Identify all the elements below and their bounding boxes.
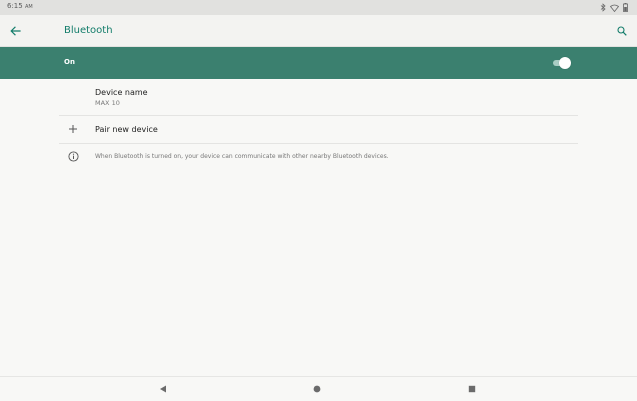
- nav-recents-icon[interactable]: [467, 384, 477, 394]
- nav-home-icon[interactable]: [312, 384, 322, 394]
- navigation-bar: [0, 376, 637, 401]
- back-button[interactable]: [6, 22, 24, 40]
- bluetooth-icon: [600, 3, 606, 12]
- status-time: 6:15 AM: [7, 2, 33, 10]
- pair-new-device-title: Pair new device: [95, 125, 158, 134]
- device-name-preference[interactable]: Device name MAX 10: [0, 79, 637, 115]
- battery-icon: [623, 3, 628, 12]
- footer-info: When Bluetooth is turned on, your device…: [0, 144, 637, 170]
- status-bar: 6:15 AM: [0, 0, 637, 15]
- bluetooth-master-switch-bar[interactable]: On: [0, 47, 637, 79]
- master-switch-label: On: [64, 58, 75, 66]
- bluetooth-toggle[interactable]: [553, 57, 571, 69]
- nav-back-icon[interactable]: [158, 384, 168, 394]
- wifi-icon: [610, 4, 619, 12]
- app-bar: Bluetooth: [0, 15, 637, 47]
- pair-new-device-preference[interactable]: Pair new device: [0, 116, 637, 143]
- search-button[interactable]: [613, 22, 631, 40]
- toggle-thumb: [559, 57, 571, 69]
- page-title: Bluetooth: [64, 25, 113, 36]
- status-time-ampm: AM: [24, 4, 33, 10]
- search-icon: [617, 26, 627, 36]
- device-name-title: Device name: [95, 88, 148, 97]
- status-time-value: 6:15: [7, 2, 23, 10]
- status-icons: [600, 3, 628, 12]
- footer-text: When Bluetooth is turned on, your device…: [95, 153, 389, 160]
- device-name-summary: MAX 10: [95, 99, 120, 107]
- plus-icon: [69, 125, 77, 133]
- info-icon: [68, 151, 79, 162]
- arrow-back-icon: [9, 26, 21, 36]
